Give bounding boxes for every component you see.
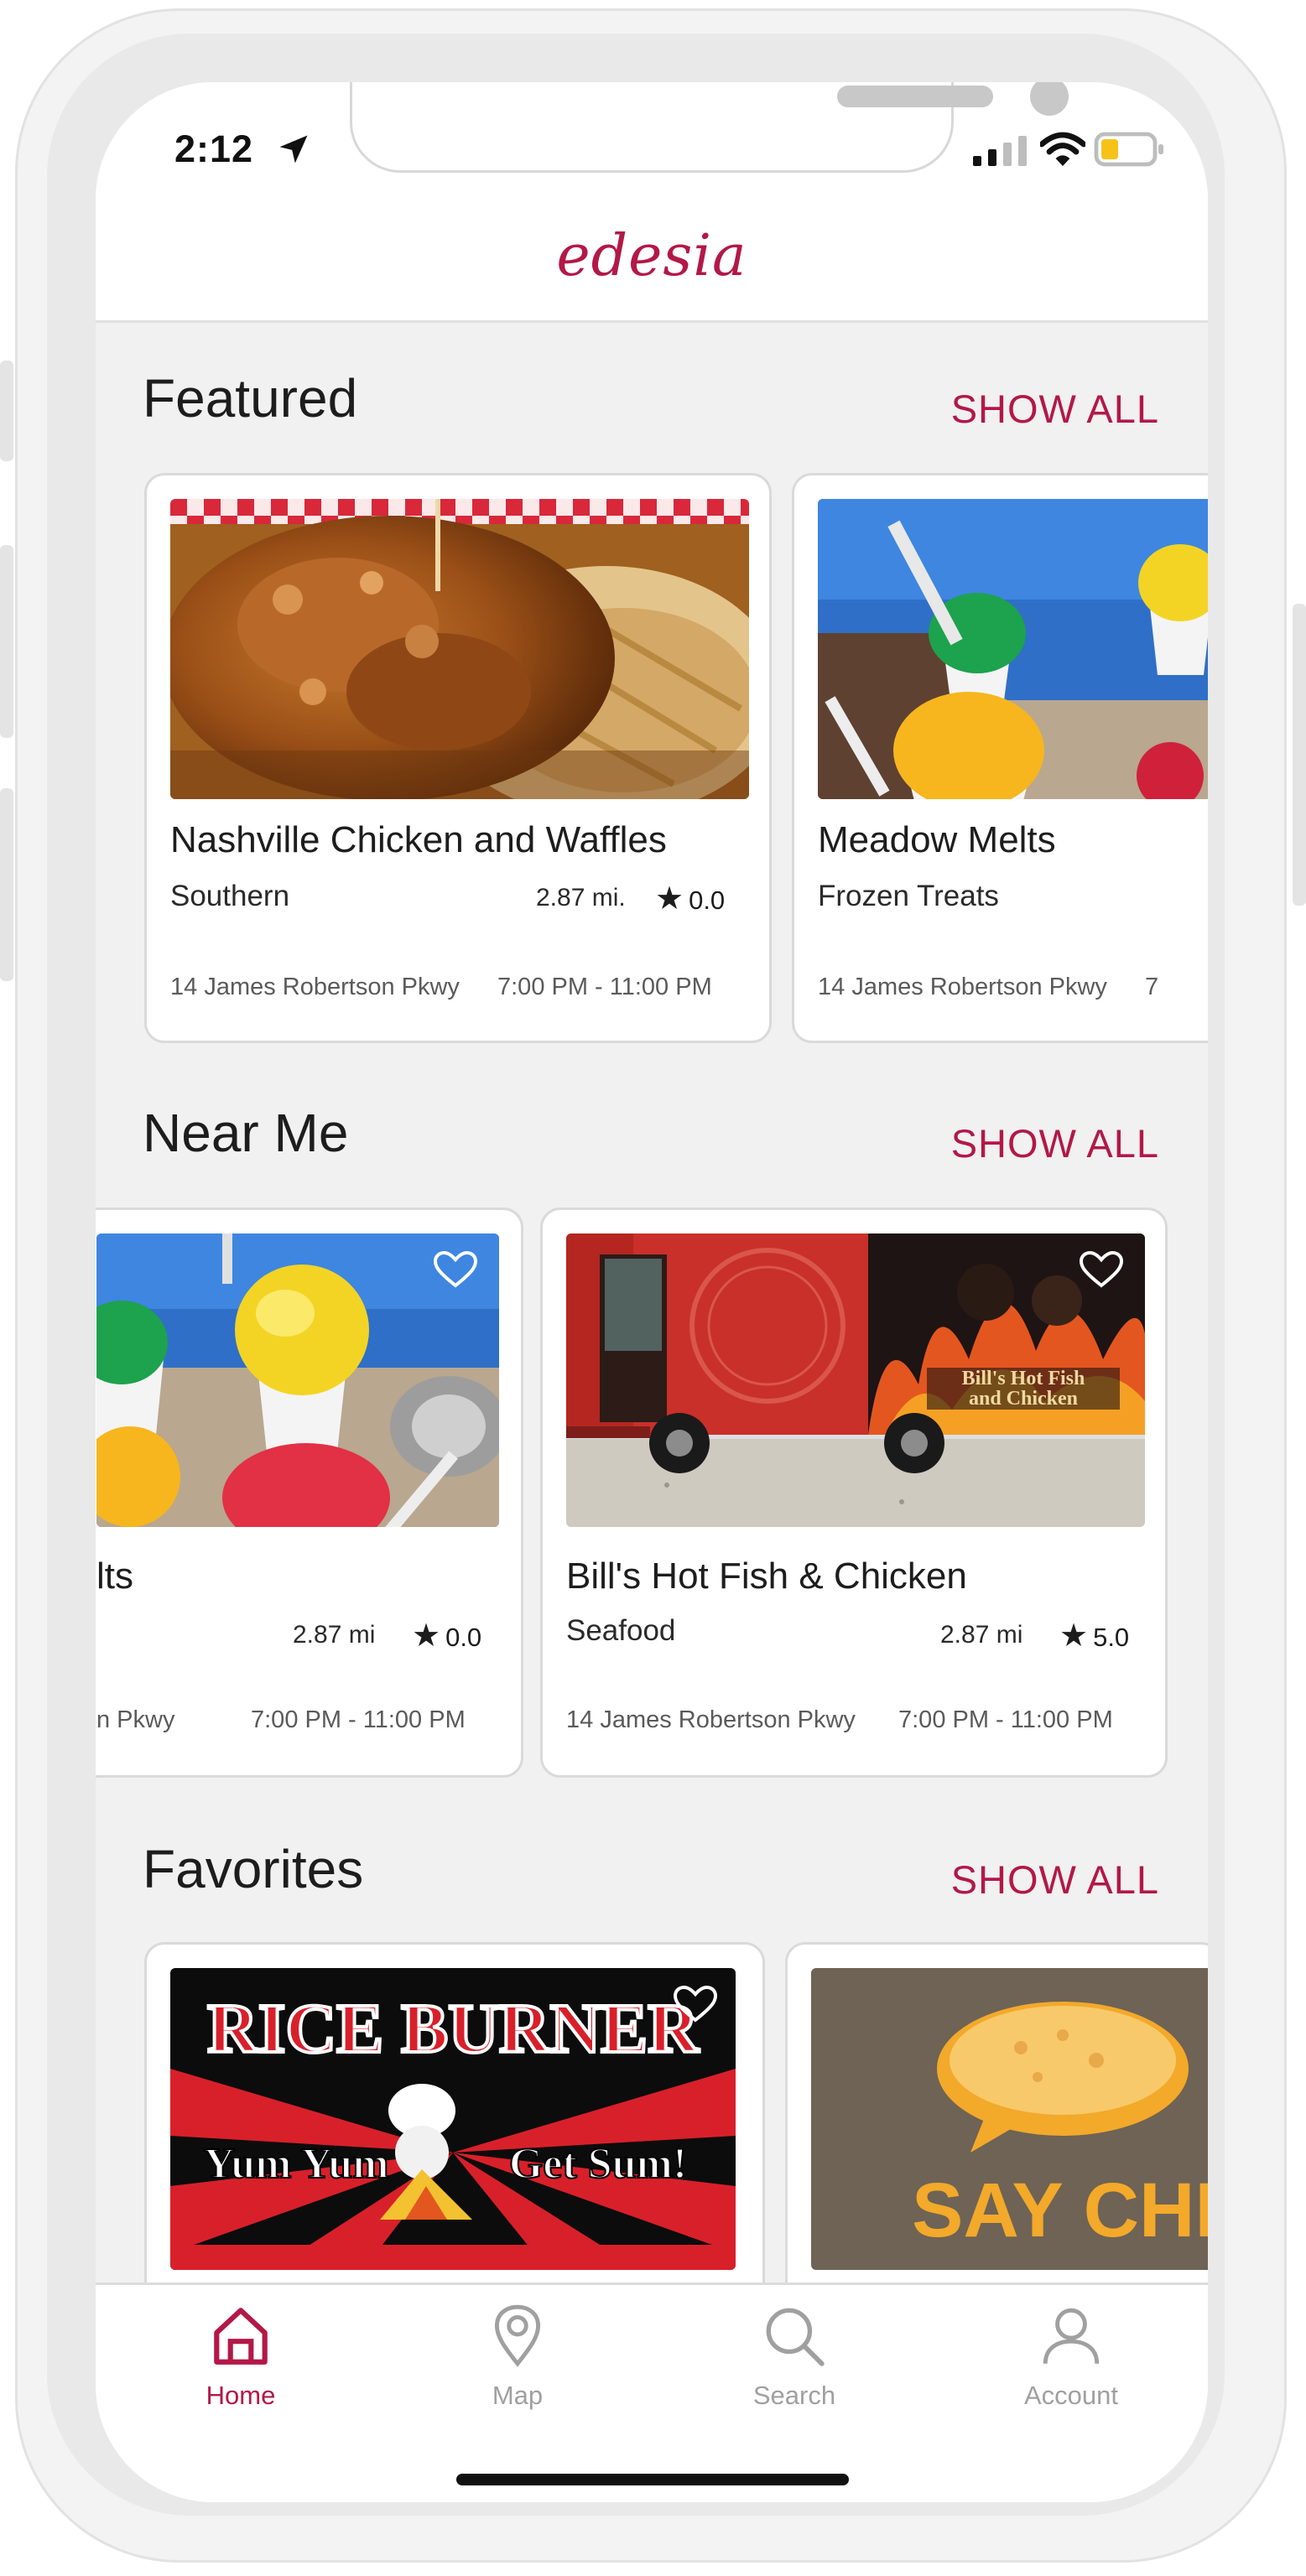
location-arrow-icon [279, 135, 308, 164]
battery-icon [1094, 132, 1163, 167]
cellular-signal-icon [973, 136, 1027, 166]
card-hours: 7:00 PM - 11:00 PM [898, 1706, 1113, 1733]
featured-card-meadow-melts[interactable]: Meadow Melts Frozen Treats 14 James Robe… [792, 473, 1208, 1043]
phone-volume-down-button [0, 788, 13, 981]
rice-burner-text: RICE BURNER [207, 1990, 700, 2068]
near-me-card-bills-hot-fish[interactable]: Bill's Hot Fish and Chicken Bill's Hot F… [540, 1208, 1168, 1778]
card-rating: ★ 5.0 [1059, 1617, 1129, 1654]
home-icon [214, 2308, 268, 2365]
card-address: 14 James Robertson Pkwy [818, 974, 1107, 1000]
card-distance: 2.87 mi. [536, 884, 626, 911]
svg-text:and Chicken: and Chicken [969, 1388, 1078, 1410]
tab-home[interactable]: Home [169, 2302, 312, 2411]
rice-burner-logo: RICE BURNER Yum Yum Get Sum! [170, 1968, 736, 2270]
star-icon: ★ [1059, 1618, 1089, 1654]
favorite-heart-icon[interactable] [1080, 1250, 1123, 1289]
tab-account-label: Account [1023, 2381, 1118, 2410]
rating-value: 0.0 [445, 1623, 482, 1652]
tab-account[interactable]: Account [1000, 2302, 1142, 2411]
near-me-section-title: Near Me [143, 1103, 349, 1163]
account-icon [1043, 2308, 1100, 2364]
chicken-waffles-photo [170, 499, 749, 799]
status-time: 2:12 [174, 127, 254, 170]
phone-silent-switch [0, 361, 13, 461]
tab-search-label: Search [752, 2381, 836, 2410]
wifi-icon [1040, 132, 1085, 166]
featured-card-nashville[interactable]: Nashville Chicken and Waffles Southern 2… [144, 473, 772, 1043]
food-truck-photo: Bill's Hot Fish and Chicken [566, 1233, 1145, 1527]
card-rating: ★ 0.0 [655, 880, 725, 917]
rating-value: 0.0 [689, 886, 726, 915]
card-hours: 7:00 PM - 11:00 PM [497, 974, 712, 1000]
card-name: Bill's Hot Fish & Chicken [566, 1555, 967, 1597]
search-icon [766, 2308, 825, 2366]
speaker-grille [837, 86, 993, 107]
front-camera [1030, 82, 1069, 116]
get-sum-text: Get Sum! [509, 2140, 687, 2188]
card-address: 14 James Robertson Pkwy [170, 974, 460, 1000]
card-address: n Pkwy [96, 1706, 175, 1733]
app-header: 2:12 edesia [96, 82, 1208, 323]
featured-show-all-link[interactable]: SHOW ALL [951, 386, 1159, 432]
favorite-heart-icon[interactable] [674, 1985, 717, 2023]
phone-notch [350, 82, 1069, 173]
card-category: Frozen Treats [818, 880, 999, 912]
card-name: Meadow Melts [818, 819, 1056, 860]
tab-home-label: Home [206, 2381, 276, 2410]
card-hours: 7 [1145, 974, 1159, 1000]
card-name: Nashville Chicken and Waffles [170, 819, 667, 860]
star-icon: ★ [412, 1618, 441, 1654]
say-cheese-text: SAY CHEE [912, 2168, 1208, 2253]
tab-search[interactable]: Search [723, 2302, 866, 2411]
card-address: 14 James Robertson Pkwy [566, 1706, 856, 1733]
near-me-show-all-link[interactable]: SHOW ALL [951, 1120, 1159, 1166]
card-name: lts [96, 1555, 133, 1597]
favorites-show-all-link[interactable]: SHOW ALL [951, 1857, 1159, 1903]
card-distance: 2.87 mi [940, 1621, 1023, 1649]
featured-section-title: Featured [143, 368, 358, 428]
favorite-heart-icon[interactable] [434, 1250, 477, 1289]
card-category: Southern [170, 880, 290, 912]
svg-text:Bill's Hot Fish: Bill's Hot Fish [962, 1368, 1085, 1389]
near-me-card-meadow-melts[interactable]: lts 2.87 mi ★ 0.0 n Pkwy 7:00 PM - 11:00 … [96, 1208, 523, 1778]
app-screen: 2:12 edesia Featured SHOW ALL Nashville … [96, 82, 1208, 2502]
tab-map[interactable]: Map [446, 2302, 589, 2411]
card-hours: 7:00 PM - 11:00 PM [251, 1706, 466, 1733]
say-cheese-logo: SAY CHEE [811, 1968, 1208, 2270]
app-logo: edesia [556, 223, 747, 289]
yum-yum-text: Yum Yum [203, 2140, 388, 2188]
map-pin-icon [494, 2304, 541, 2367]
card-distance: 2.87 mi [293, 1621, 376, 1649]
phone-volume-up-button [0, 545, 13, 738]
home-indicator[interactable] [456, 2474, 849, 2485]
phone-power-button [1293, 604, 1306, 906]
card-rating: ★ 0.0 [412, 1617, 481, 1654]
favorites-section-title: Favorites [143, 1839, 364, 1899]
bottom-tab-bar: Home Map Search Account [96, 2283, 1208, 2502]
rating-value: 5.0 [1093, 1623, 1130, 1652]
star-icon: ★ [655, 881, 684, 917]
tab-map-label: Map [492, 2381, 544, 2410]
card-category: Seafood [566, 1614, 676, 1647]
snow-cones-photo [818, 499, 1208, 799]
